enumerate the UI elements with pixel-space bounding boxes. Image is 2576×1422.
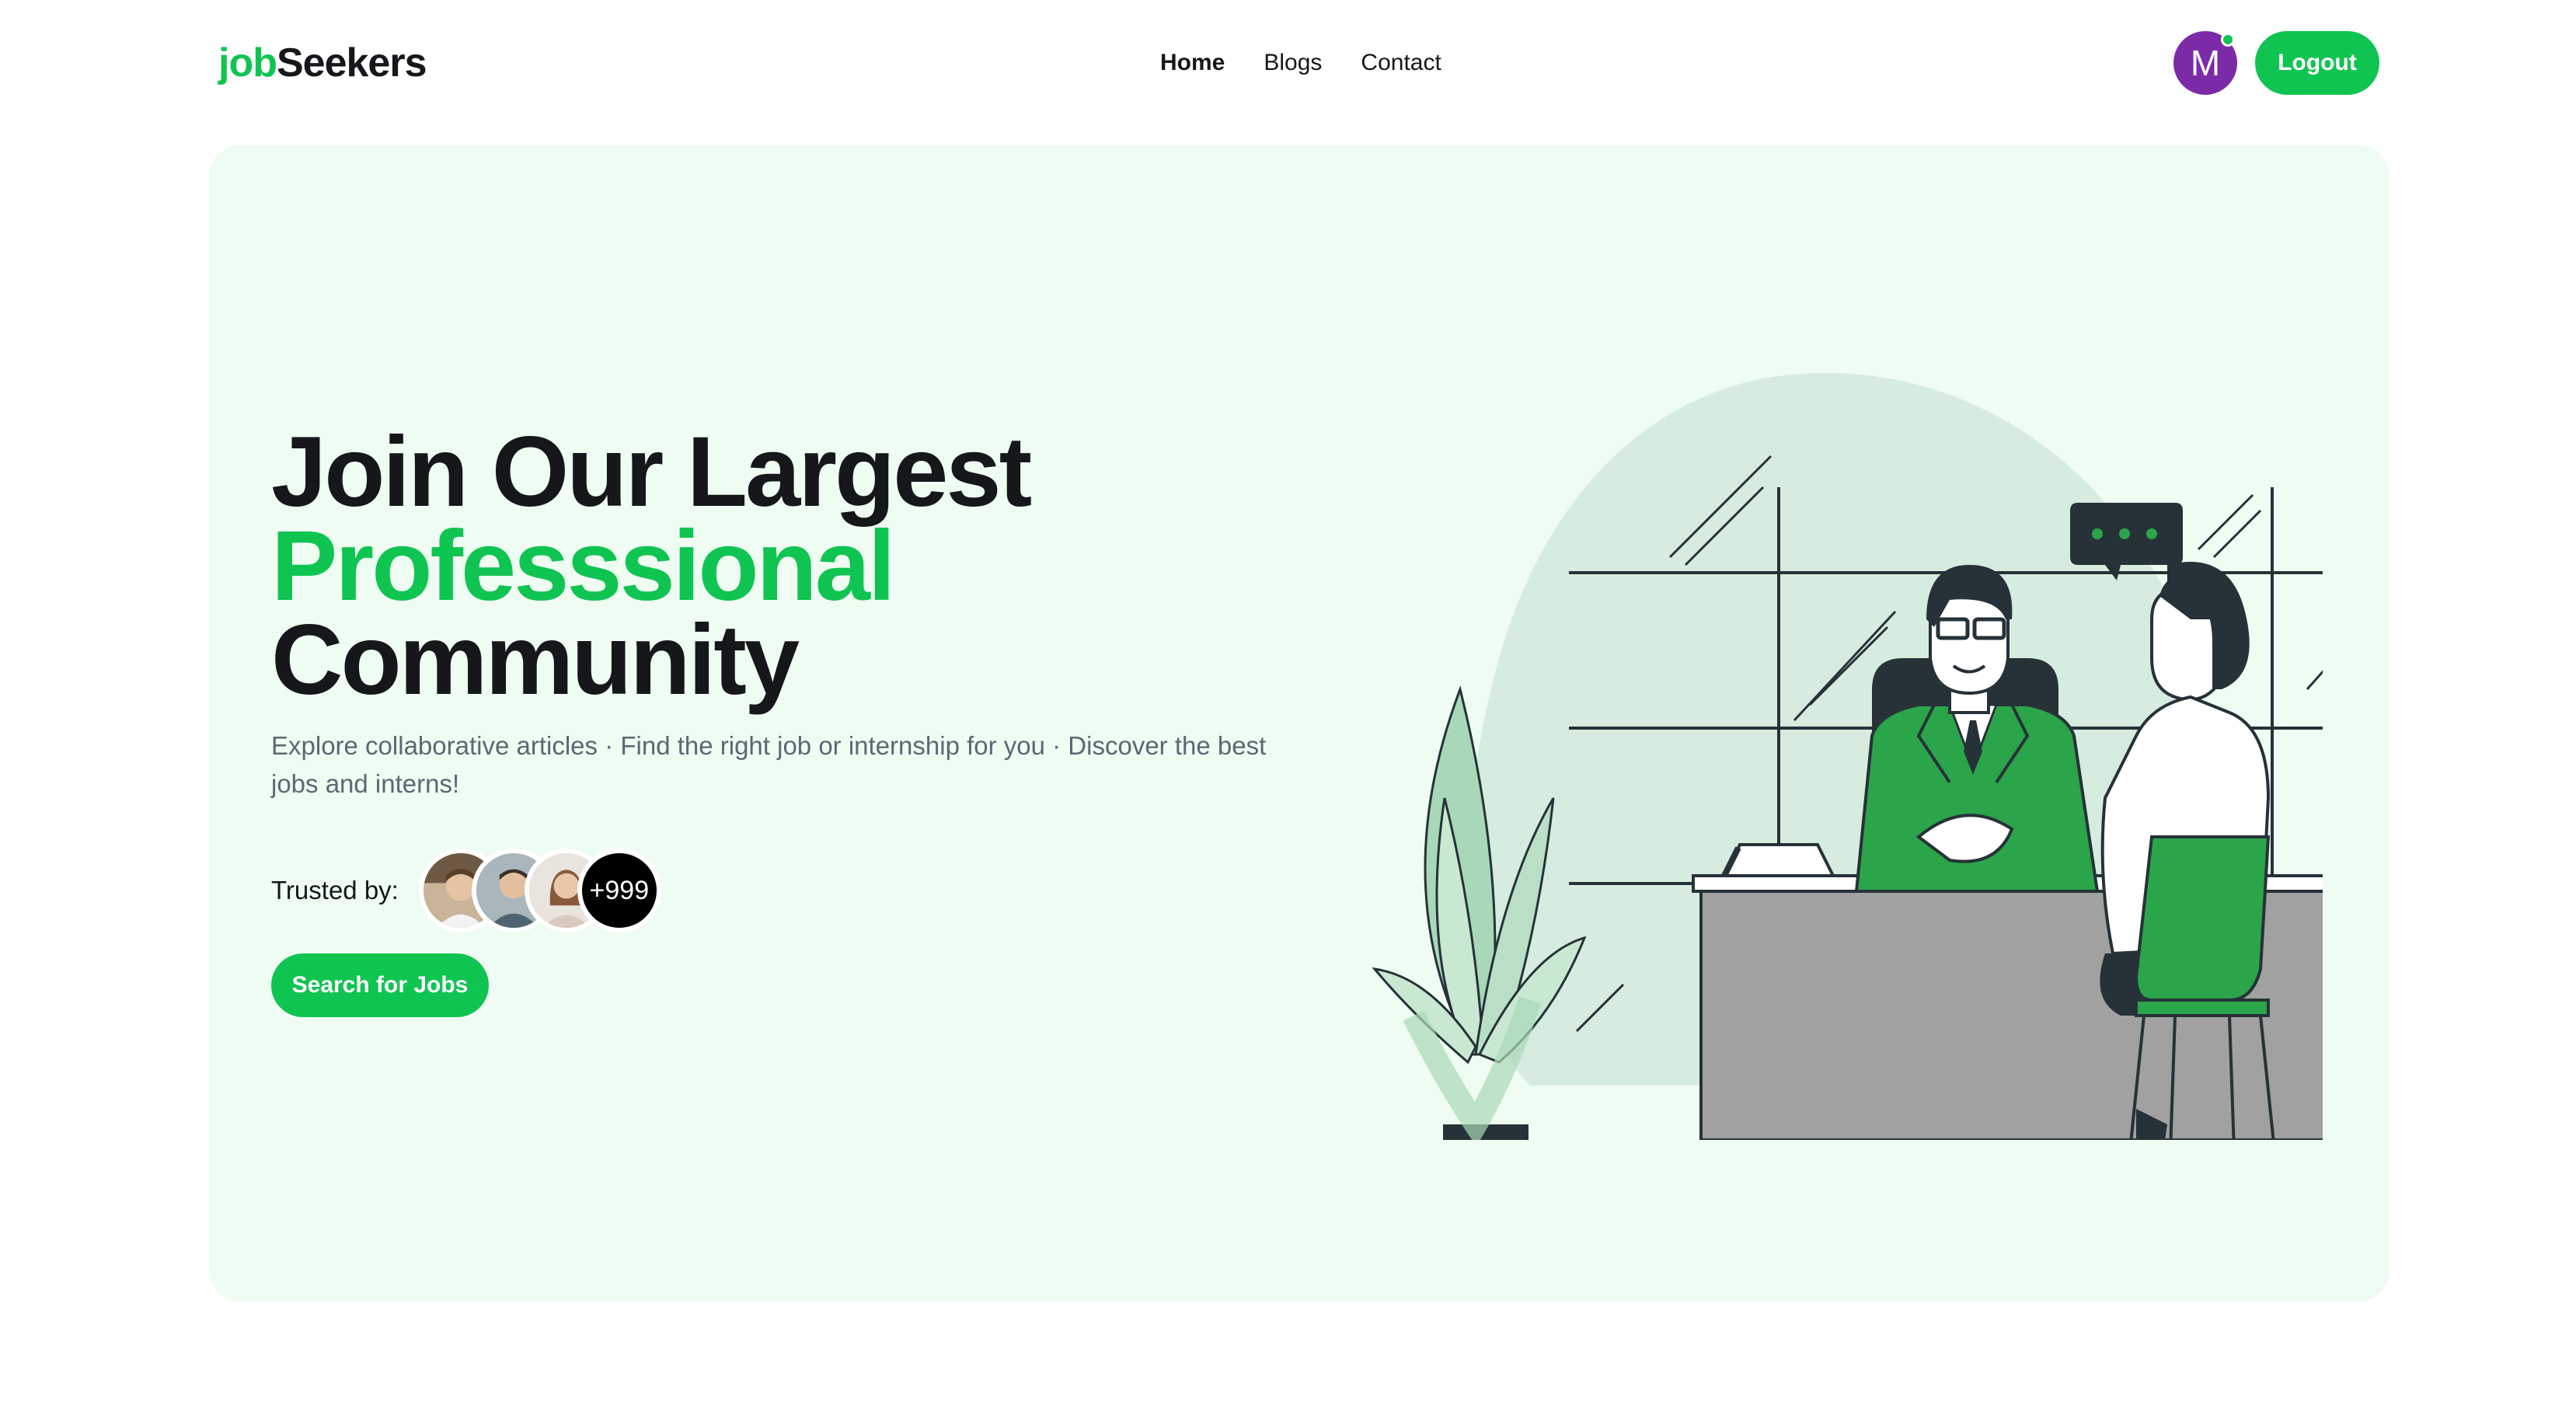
online-status-dot — [2221, 33, 2235, 47]
search-jobs-button[interactable]: Search for Jobs — [271, 953, 489, 1017]
hero-headline: Join Our Largest Professsional Community — [271, 416, 1032, 716]
trusted-label: Trusted by: — [271, 876, 399, 904]
header: jobSeekers Home Blogs Contact M Logout — [0, 0, 2576, 124]
main-nav: Home Blogs Contact — [1160, 44, 1441, 82]
nav-blogs[interactable]: Blogs — [1264, 44, 1322, 82]
trusted-count-badge: +999 — [577, 849, 661, 932]
hero-section: Join Our Largest Professsional Community… — [209, 145, 2390, 1302]
headline-line-2: Professsional — [271, 511, 895, 622]
logo-part-seekers: Seekers — [276, 40, 427, 85]
hero-illustration — [1372, 373, 2323, 1140]
logo-part-job: job — [218, 40, 277, 85]
trusted-avatars: +999 — [418, 849, 661, 932]
logout-button[interactable]: Logout — [2255, 31, 2379, 95]
headline-line-3: Community — [271, 605, 800, 716]
trusted-by: Trusted by: +999 — [271, 848, 661, 933]
logo[interactable]: jobSeekers — [218, 36, 427, 90]
hero-subtext: Explore collaborative articles · Find th… — [271, 731, 1267, 798]
nav-contact[interactable]: Contact — [1361, 44, 1441, 82]
headline-line-1: Join Our Largest — [271, 416, 1032, 528]
nav-home[interactable]: Home — [1160, 44, 1225, 82]
